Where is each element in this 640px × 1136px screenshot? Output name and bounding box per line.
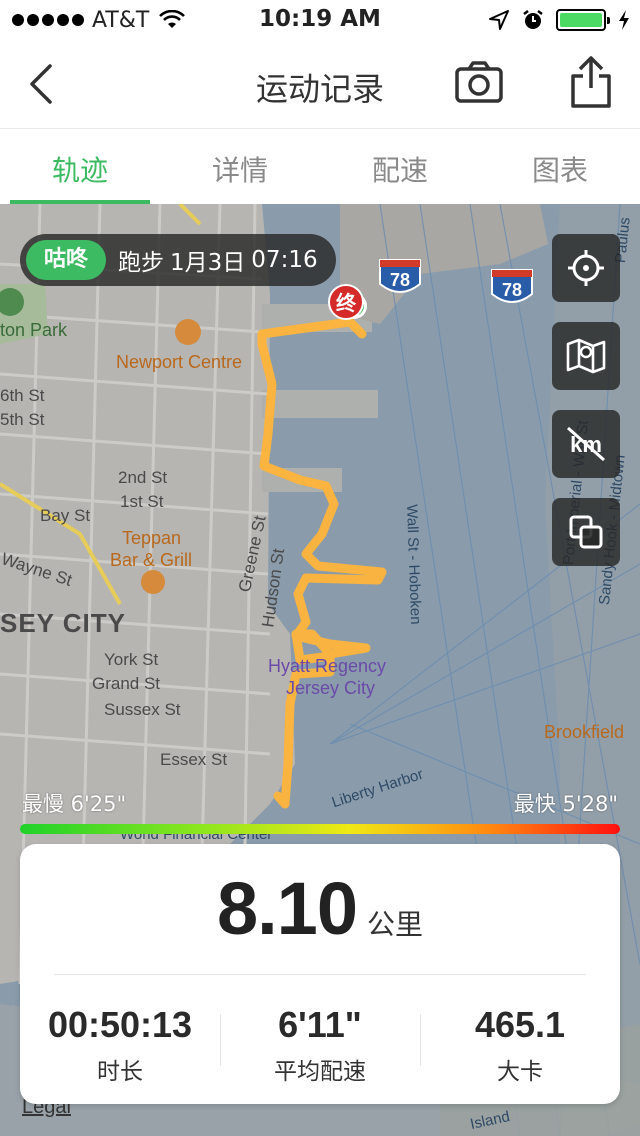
- pace-slowest-label: 最慢 6'25": [22, 792, 127, 816]
- crosshair-icon: [568, 250, 604, 286]
- layers-button[interactable]: [552, 498, 620, 566]
- card-divider: [54, 974, 586, 975]
- map-label-5th: 5th St: [0, 410, 45, 429]
- calories-value: 465.1: [474, 1004, 566, 1045]
- stat-calories: 465.1 大卡: [420, 1004, 620, 1086]
- duration-value: 00:50:13: [47, 1004, 193, 1045]
- stats-card: 8.10 公里 00:50:13 时长 6'11" 平均配速 465.1 大卡: [20, 844, 620, 1104]
- battery-icon: [556, 9, 610, 31]
- map-label-grand: Grand St: [92, 674, 161, 693]
- map-label-york: York St: [104, 650, 159, 669]
- tab-charts[interactable]: 图表: [480, 129, 640, 204]
- map-type-button[interactable]: [552, 322, 620, 390]
- navigation-bar: 运动记录: [0, 40, 640, 128]
- tab-pace[interactable]: 配速: [320, 129, 480, 204]
- duration-label: 时长: [97, 1059, 143, 1085]
- share-button[interactable]: [568, 54, 614, 110]
- map-label-1st: 1st St: [120, 492, 164, 511]
- distance-value: 8.10: [216, 867, 358, 950]
- avg-pace-value: 6'11": [278, 1004, 362, 1045]
- map-label-essex: Essex St: [160, 750, 228, 769]
- brand-badge: 咕咚: [26, 240, 107, 280]
- end-marker-label: 终: [336, 291, 357, 315]
- activity-info-pill: 咕咚 跑步 1月3日 07:16: [20, 234, 336, 286]
- highway-shield-label-1: 78: [390, 270, 410, 290]
- shopping-poi-icon: [175, 319, 201, 345]
- distance-unit: 公里: [367, 908, 424, 941]
- map-label-teppan: Teppan: [122, 528, 182, 548]
- map-label-brookfield: Brookfield: [544, 722, 625, 742]
- km-off-icon: km: [567, 426, 605, 462]
- map-label-jersey-city: Jersey City: [286, 678, 376, 698]
- restaurant-poi-icon: [141, 570, 165, 594]
- pace-fastest-label: 最快 5'28": [513, 792, 618, 816]
- tab-details[interactable]: 详情: [160, 129, 320, 204]
- page-title: 运动记录: [255, 70, 384, 108]
- map-label-sussex: Sussex St: [104, 700, 181, 719]
- km-marker-toggle-button[interactable]: km: [552, 410, 620, 478]
- map-label-6th: 6th St: [0, 386, 45, 405]
- pace-gradient-bar: [20, 824, 620, 834]
- distance-display: 8.10 公里: [20, 866, 620, 951]
- map-label-park: ton Park: [0, 320, 68, 340]
- alarm-icon: [523, 10, 543, 29]
- map-label-bay: Bay St: [40, 506, 91, 525]
- activity-date: 1月3日: [170, 250, 246, 276]
- calories-label: 大卡: [497, 1059, 543, 1085]
- map-label-newport: Newport Centre: [116, 352, 243, 372]
- avg-pace-label: 平均配速: [274, 1059, 366, 1085]
- camera-button[interactable]: [454, 58, 504, 108]
- map-label-hyatt: Hyatt Regency: [268, 656, 387, 676]
- location-arrow-icon: [489, 10, 509, 30]
- stat-duration: 00:50:13 时长: [20, 1004, 220, 1086]
- highway-shield-label-2: 78: [502, 280, 522, 300]
- tab-bar: 轨迹 详情 配速 图表: [0, 128, 640, 204]
- map-fold-icon: [566, 338, 606, 374]
- status-right: [488, 7, 630, 33]
- charging-bolt-icon: [619, 10, 629, 30]
- locate-button[interactable]: [552, 234, 620, 302]
- map-label-city: SEY CITY: [0, 608, 127, 638]
- activity-time: 07:16: [251, 247, 318, 273]
- map-label-2nd: 2nd St: [118, 468, 168, 487]
- stat-avg-pace: 6'11" 平均配速: [220, 1004, 420, 1086]
- tab-track[interactable]: 轨迹: [0, 129, 160, 204]
- map-label-bar-grill: Bar & Grill: [110, 550, 193, 570]
- layers-icon: [569, 515, 603, 549]
- status-bar: AT&T 10:19 AM: [0, 0, 640, 40]
- activity-type: 跑步: [118, 250, 165, 276]
